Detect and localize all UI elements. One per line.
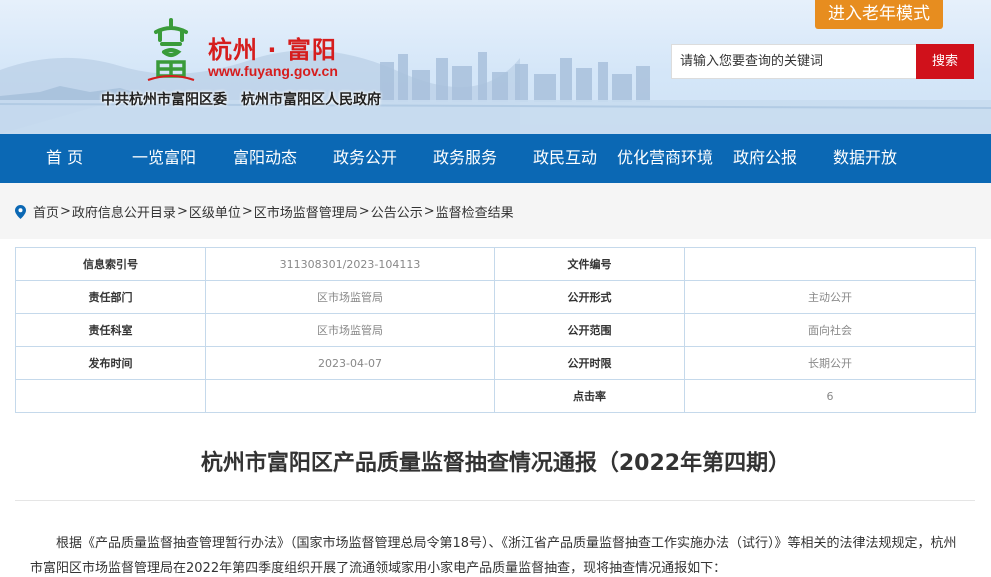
header-banner: 杭州 · 富阳 www.fuyang.gov.cn 中共杭州市富阳区委 杭州市富阳… [0,0,991,134]
breadcrumb-separator: > [358,204,370,219]
location-pin-icon [15,204,26,219]
info-key: 责任部门 [15,280,206,314]
nav-item-gov-open[interactable]: 政务公开 [333,134,397,183]
info-value: 主动公开 [684,280,976,314]
breadcrumb-inspection-results[interactable]: 监督检查结果 [436,202,514,221]
breadcrumb-separator: > [423,204,435,219]
breadcrumb: 首页 > 政府信息公开目录 > 区级单位 > 区市场监督管理局 > 公告公示 > 监督检查… [15,202,514,221]
info-key: 公开时限 [494,346,685,380]
info-table: 信息索引号 311308301/2023-104113 文件编号 责任部门 区市… [15,247,976,413]
nav-item-overview[interactable]: 一览富阳 [132,134,196,183]
info-key: 责任科室 [15,313,206,347]
info-key: 信息索引号 [15,247,206,281]
breadcrumb-home[interactable]: 首页 [33,202,59,221]
article-title: 杭州市富阳区产品质量监督抽查情况通报（2022年第四期） [200,451,791,476]
org-party-committee: 中共杭州市富阳区委 [101,92,227,108]
nav-item-interaction[interactable]: 政民互动 [533,134,597,183]
table-row: 责任部门 区市场监管局 公开形式 主动公开 [15,280,976,314]
info-value [205,379,495,413]
breadcrumb-district-units[interactable]: 区级单位 [189,202,241,221]
nav-item-home[interactable]: 首 页 [46,134,83,183]
elder-mode-button[interactable]: 进入老年模式 [815,0,943,29]
info-value: 区市场监管局 [205,313,495,347]
main-nav: 首 页 一览富阳 富阳动态 政务公开 政务服务 政民互动 优化营商环境 政府公报… [0,134,991,183]
nav-item-open-data[interactable]: 数据开放 [833,134,897,183]
breadcrumb-separator: > [241,204,253,219]
breadcrumb-separator: > [60,204,71,219]
info-value: 6 [684,379,976,413]
nav-item-business[interactable]: 优化营商环境 [617,134,713,183]
nav-item-gov-service[interactable]: 政务服务 [433,134,497,183]
info-value [684,247,976,281]
info-key [15,379,206,413]
site-name: 杭州 · 富阳 [208,36,337,64]
fuyang-logo-icon [147,18,195,81]
table-row: 点击率 6 [15,379,976,413]
table-row: 发布时间 2023-04-07 公开时限 长期公开 [15,346,976,380]
info-key: 发布时间 [15,346,206,380]
info-key: 点击率 [494,379,685,413]
info-key: 文件编号 [494,247,685,281]
table-row: 信息索引号 311308301/2023-104113 文件编号 [15,247,976,281]
site-url[interactable]: www.fuyang.gov.cn [208,63,338,79]
breadcrumb-market-bureau[interactable]: 区市场监督管理局 [254,202,358,221]
org-names: 中共杭州市富阳区委 杭州市富阳区人民政府 [101,89,381,109]
title-divider [15,500,975,501]
nav-item-gazette[interactable]: 政府公报 [733,134,797,183]
table-row: 责任科室 区市场监管局 公开范围 面向社会 [15,313,976,347]
info-value: 面向社会 [684,313,976,347]
info-key: 公开形式 [494,280,685,314]
breadcrumb-info-catalog[interactable]: 政府信息公开目录 [72,202,176,221]
info-value: 311308301/2023-104113 [205,247,495,281]
breadcrumb-announcements[interactable]: 公告公示 [371,202,423,221]
info-value: 长期公开 [684,346,976,380]
org-government: 杭州市富阳区人民政府 [241,92,381,108]
info-value: 2023-04-07 [205,346,495,380]
breadcrumb-separator: > [176,204,188,219]
nav-item-news[interactable]: 富阳动态 [233,134,297,183]
search-button[interactable]: 搜索 [916,44,974,79]
info-key: 公开范围 [494,313,685,347]
search-input[interactable]: 请输入您要查询的关键词 [671,44,916,79]
article-paragraph: 根据《产品质量监督抽查管理暂行办法》（国家市场监督管理总局令第18号）、《浙江省… [30,536,957,576]
info-value: 区市场监管局 [205,280,495,314]
